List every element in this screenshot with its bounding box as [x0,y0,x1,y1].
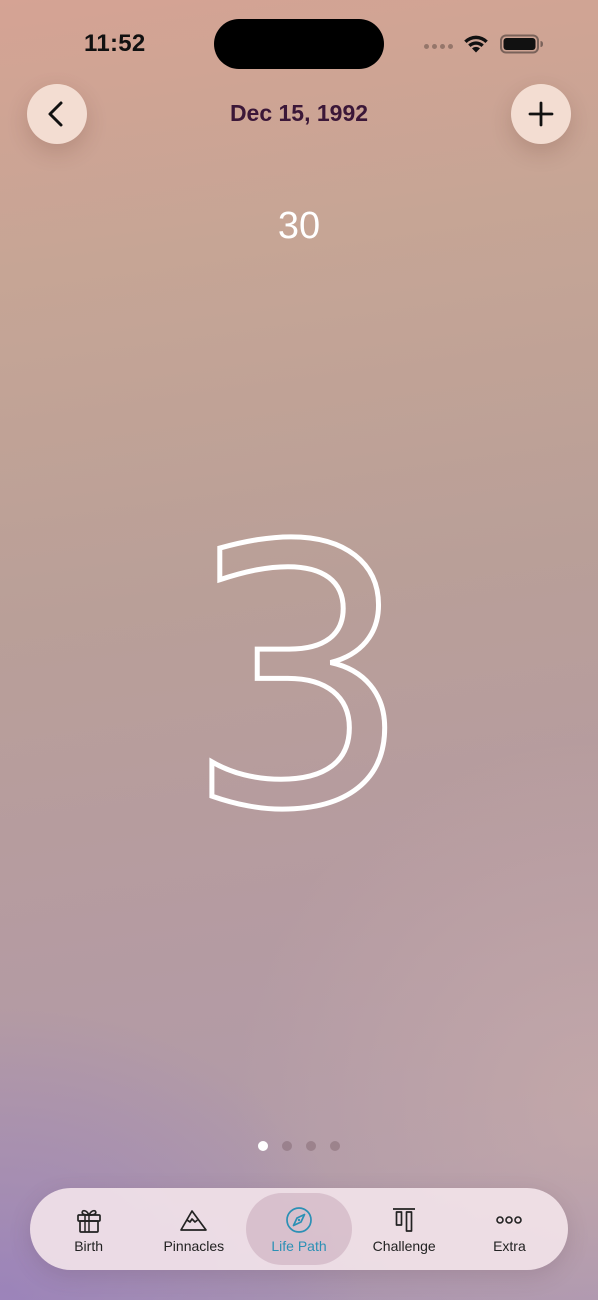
gift-icon [76,1209,101,1233]
page-dot[interactable] [330,1141,340,1151]
tab-challenge[interactable]: Challenge [352,1193,457,1265]
wifi-icon [464,35,488,53]
compass-icon [286,1206,312,1233]
status-time: 11:52 [84,30,146,57]
mountain-icon [179,1209,207,1231]
tab-birth[interactable]: Birth [36,1193,141,1265]
page-dot[interactable] [282,1141,292,1151]
tab-label: Extra [493,1237,526,1254]
status-bar: 11:52 [0,0,598,90]
tab-extra[interactable]: Extra [457,1193,562,1265]
age-value: 30 [277,205,321,247]
tab-label: Pinnacles [163,1237,225,1254]
page-dot[interactable] [258,1141,268,1151]
battery-icon [500,34,543,54]
tab-life-path[interactable]: Life Path [246,1193,352,1265]
ellipsis-icon [496,1215,523,1224]
page-title: Dec 15, 1992 [229,100,369,126]
life-path-number: 3 [182,470,416,889]
cellular-signal-icon [424,44,453,49]
tab-label: Challenge [372,1237,436,1254]
tab-pinnacles[interactable]: Pinnacles [141,1193,246,1265]
dynamic-island [214,19,384,69]
page-indicator[interactable] [0,1141,598,1151]
page-dot[interactable] [306,1141,316,1151]
tab-bar: Birth Pinnacles Life Path Challenge Extr… [30,1188,568,1270]
tab-label: Life Path [271,1237,327,1254]
tab-label: Birth [74,1237,103,1254]
plus-icon [528,101,554,127]
challenge-bars-icon [393,1207,416,1232]
add-button[interactable] [511,84,571,144]
